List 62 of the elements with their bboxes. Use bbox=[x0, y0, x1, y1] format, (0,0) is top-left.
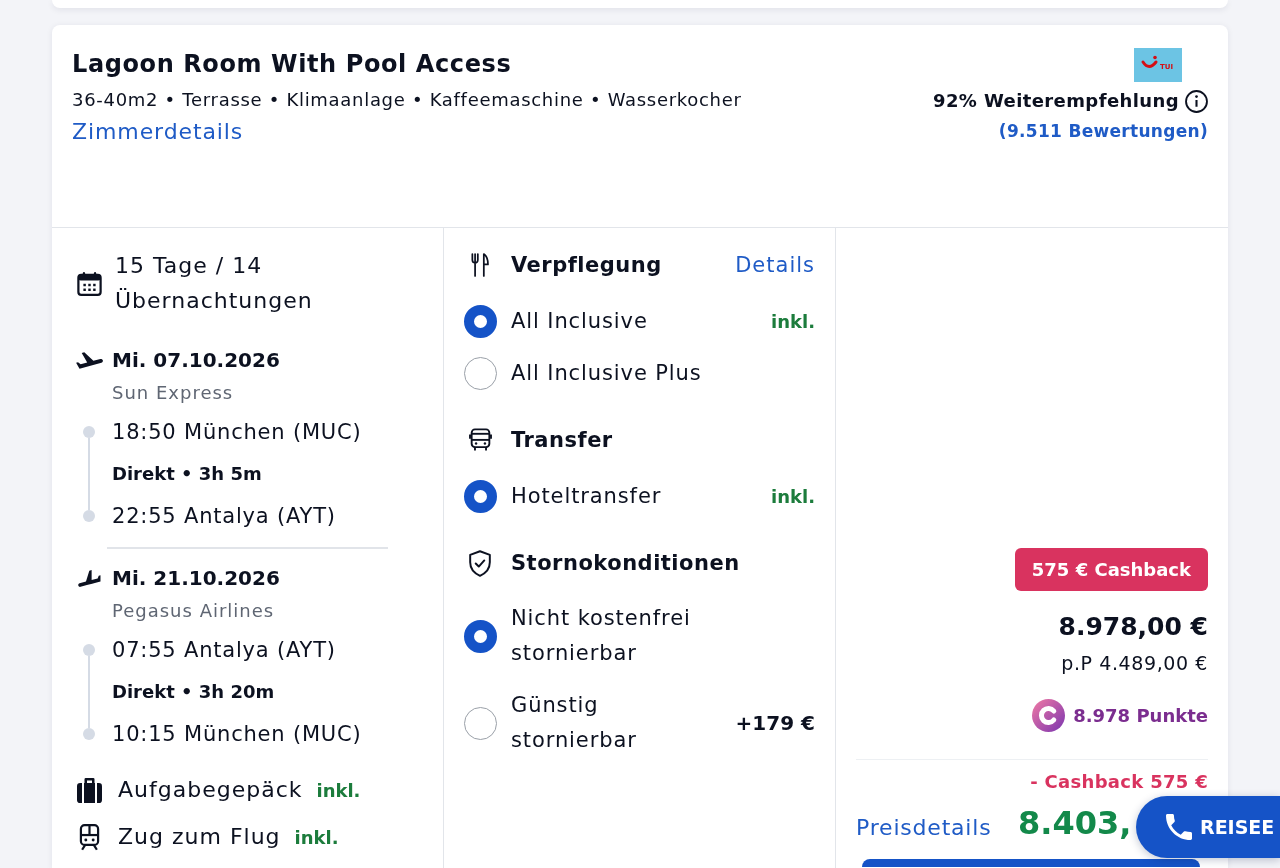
option-price: +179 € bbox=[735, 711, 815, 735]
option-price: inkl. bbox=[771, 485, 815, 507]
extra-label: Zug zum Flug bbox=[118, 823, 281, 851]
connection-info: Direkt • 3h 20m bbox=[112, 680, 276, 704]
trip-duration: 15 Tage / 14 Übernachtungen bbox=[115, 252, 314, 315]
airline-name: Pegasus Airlines bbox=[112, 599, 275, 623]
train-icon bbox=[78, 823, 100, 851]
room-title: Lagoon Room With Pool Access bbox=[72, 49, 512, 79]
price-details-link[interactable]: Preisdetails bbox=[856, 813, 1018, 843]
section-title: Transfer bbox=[511, 427, 613, 454]
option-label: All Inclusive bbox=[511, 307, 648, 335]
radio-button[interactable] bbox=[464, 619, 497, 653]
option-price: inkl. bbox=[771, 310, 815, 332]
suitcase-icon bbox=[76, 777, 102, 803]
info-icon[interactable] bbox=[1185, 89, 1208, 113]
radio-button[interactable] bbox=[464, 479, 497, 513]
flight-date: Mi. 07.10.2026 bbox=[112, 347, 280, 374]
section-title: Stornokonditionen bbox=[511, 550, 740, 577]
final-price: 8.403, bbox=[1018, 803, 1132, 843]
room-details-link[interactable]: Zimmerdetails bbox=[72, 117, 244, 147]
section-title: Verpflegung bbox=[511, 252, 662, 279]
points-label: 8.978 Punkte bbox=[1073, 705, 1208, 726]
departure-time: 07:55 Antalya (AYT) bbox=[112, 637, 337, 664]
call-button[interactable]: REISEE bbox=[1136, 796, 1280, 858]
cashback-deduction: - Cashback 575 € bbox=[1030, 770, 1208, 794]
option-label: Günstig stornierbar bbox=[511, 692, 638, 754]
radio-button[interactable] bbox=[464, 356, 497, 390]
plane-landing-icon bbox=[75, 569, 103, 587]
plane-takeoff-icon bbox=[75, 351, 103, 369]
arrival-time: 10:15 München (MUC) bbox=[112, 721, 362, 748]
cutlery-icon bbox=[469, 253, 491, 277]
departure-time: 18:50 München (MUC) bbox=[112, 419, 362, 446]
airline-name: Sun Express bbox=[112, 381, 234, 405]
arrival-time: 22:55 Antalya (AYT) bbox=[112, 503, 337, 530]
extra-label: Aufgabegepäck bbox=[118, 776, 303, 804]
calendar-icon bbox=[76, 270, 102, 296]
timeline-dot bbox=[83, 644, 95, 656]
bus-icon bbox=[468, 428, 492, 452]
flight-date: Mi. 21.10.2026 bbox=[112, 565, 280, 592]
option-label: All Inclusive Plus bbox=[511, 359, 702, 387]
details-link[interactable]: Details bbox=[735, 250, 815, 280]
connection-info: Direkt • 3h 5m bbox=[112, 462, 263, 486]
recommendation-rate: 92% Weiterempfehlung bbox=[932, 89, 1179, 113]
timeline-dot bbox=[83, 510, 95, 522]
points-coin-icon bbox=[1032, 699, 1066, 732]
included-label: inkl. bbox=[316, 779, 361, 801]
timeline-line bbox=[88, 438, 90, 510]
room-features: 36-40m2 • Terrasse • Klimaanlage • Kaffeemaschine • Wasserkocher bbox=[72, 88, 742, 112]
timeline-line bbox=[88, 656, 90, 728]
timeline-dot bbox=[83, 426, 95, 438]
total-price: 8.978,00 € bbox=[1058, 612, 1208, 642]
radio-button[interactable] bbox=[464, 706, 497, 740]
shield-check-icon bbox=[468, 549, 492, 577]
cashback-badge: 575 € Cashback bbox=[1014, 548, 1208, 591]
included-label: inkl. bbox=[294, 826, 339, 848]
phone-icon bbox=[1166, 814, 1192, 840]
reviews-link[interactable]: (9.511 Bewertungen) bbox=[998, 118, 1208, 144]
per-person-price: p.P 4.489,00 € bbox=[1061, 651, 1208, 676]
timeline-dot bbox=[83, 728, 95, 740]
option-label: Hoteltransfer bbox=[511, 482, 662, 510]
option-label: Nicht kostenfrei stornierbar bbox=[511, 605, 692, 667]
radio-button[interactable] bbox=[464, 304, 497, 338]
